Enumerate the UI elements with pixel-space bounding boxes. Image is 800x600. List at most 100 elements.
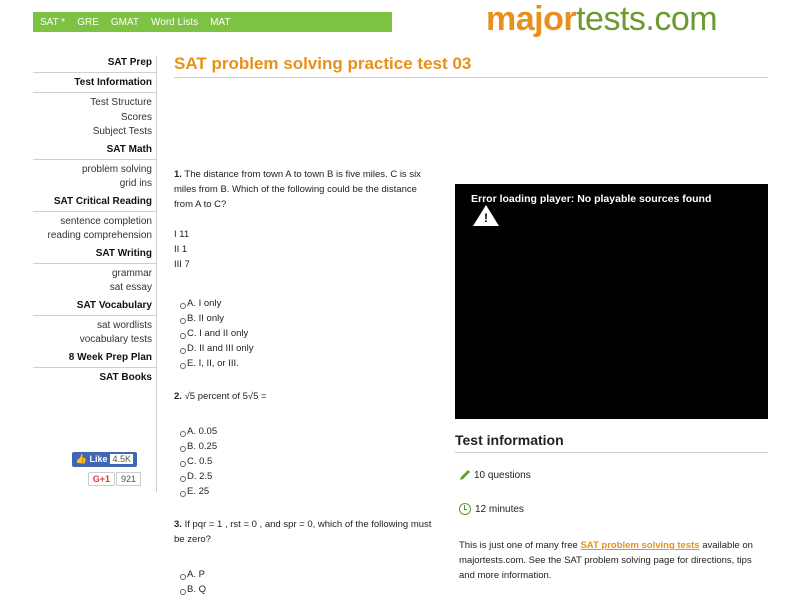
sidebar-heading-8-week-prep-plan[interactable]: 8 Week Prep Plan: [33, 351, 156, 368]
time-limit-row: 12 minutes: [459, 503, 524, 515]
sidebar-heading-sat-writing[interactable]: SAT Writing: [33, 247, 156, 264]
option-label: E. I, II, or III.: [187, 358, 239, 369]
sidebar-item-sat-essay[interactable]: sat essay: [33, 281, 156, 296]
sidebar-heading-sat-prep[interactable]: SAT Prep: [33, 56, 156, 73]
answer-option[interactable]: B. II only: [180, 311, 254, 326]
option-label: B. Q: [187, 584, 207, 595]
answer-option[interactable]: E. I, II, or III.: [180, 356, 254, 371]
option-label: D. II and III only: [187, 343, 254, 354]
like-count: 4.5K: [110, 454, 133, 464]
logo-major: major: [486, 0, 577, 38]
sidebar-item-vocabulary-tests[interactable]: vocabulary tests: [33, 333, 156, 348]
pencil-icon: [460, 470, 470, 480]
google-plus-count: 921: [115, 472, 141, 486]
page-title: SAT problem solving practice test 03: [174, 54, 472, 73]
question-number: 1.: [174, 169, 182, 180]
sidebar-item-test-structure[interactable]: Test Structure: [33, 96, 156, 111]
problem-solving-tests-link[interactable]: SAT problem solving tests: [580, 540, 699, 551]
answer-option[interactable]: D. 2.5: [180, 469, 217, 484]
sidebar: SAT Prep Test Information Test Structure…: [33, 56, 157, 492]
radio-button[interactable]: [180, 460, 186, 467]
option-label: C. 0.5: [187, 456, 213, 467]
question-count-row: 10 questions: [459, 469, 531, 481]
nav-gmat[interactable]: GMAT: [111, 17, 139, 28]
sidebar-item-sat-wordlists[interactable]: sat wordlists: [33, 319, 156, 334]
like-label: Like: [89, 454, 108, 464]
player-error-message: Error loading player: No playable source…: [471, 193, 712, 205]
sidebar-heading-sat-books[interactable]: SAT Books: [33, 371, 156, 388]
option-label: A. P: [187, 569, 205, 580]
radio-button[interactable]: [180, 588, 186, 595]
statement-item: II 1: [174, 244, 188, 255]
option-label: E. 25: [187, 486, 210, 497]
question-1-options: A. I only B. II only C. I and II only D.…: [180, 296, 254, 371]
sidebar-heading-test-information[interactable]: Test Information: [33, 76, 156, 93]
video-player[interactable]: Error loading player: No playable source…: [455, 184, 768, 419]
description-intro: This is just one of many free: [459, 540, 581, 551]
option-label: B. 0.25: [187, 441, 218, 452]
google-plus-button[interactable]: G+1: [87, 472, 115, 486]
question-1-statements: I 11 II 1 III 7: [174, 227, 190, 272]
nav-gre[interactable]: GRE: [77, 17, 99, 28]
answer-option[interactable]: E. 25: [180, 484, 217, 499]
time-limit: 12 minutes: [475, 503, 524, 515]
radio-button[interactable]: [180, 490, 186, 497]
option-label: A. 0.05: [187, 426, 218, 437]
question-3-options: A. P B. Q: [180, 567, 206, 597]
question-1: 1. The distance from town A to town B is…: [174, 167, 436, 212]
radio-button[interactable]: [180, 347, 186, 354]
question-number: 3.: [174, 519, 182, 530]
answer-option[interactable]: D. II and III only: [180, 341, 254, 356]
answer-option[interactable]: A. 0.05: [180, 424, 217, 439]
sidebar-item-reading-comprehension[interactable]: reading comprehension: [33, 229, 156, 244]
option-label: A. I only: [187, 298, 222, 309]
radio-button[interactable]: [180, 573, 186, 580]
answer-option[interactable]: B. Q: [180, 582, 206, 597]
radio-button[interactable]: [180, 475, 186, 482]
radio-button[interactable]: [180, 430, 186, 437]
sidebar-item-scores[interactable]: Scores: [33, 111, 156, 126]
logo-rest: tests.com: [576, 0, 718, 38]
info-divider: [455, 452, 768, 453]
sidebar-item-sentence-completion[interactable]: sentence completion: [33, 215, 156, 230]
question-text: √5 percent of 5√5 =: [184, 391, 267, 402]
answer-option[interactable]: B. 0.25: [180, 439, 217, 454]
sidebar-item-grammar[interactable]: grammar: [33, 267, 156, 282]
option-label: C. I and II only: [187, 328, 249, 339]
sidebar-item-grid-ins[interactable]: grid ins: [33, 177, 156, 192]
site-logo[interactable]: majortests.com: [486, 0, 718, 39]
option-label: D. 2.5: [187, 471, 213, 482]
answer-option[interactable]: A. I only: [180, 296, 254, 311]
top-nav: SAT * GRE GMAT Word Lists MAT: [33, 12, 392, 32]
question-text: The distance from town A to town B is fi…: [174, 169, 421, 210]
question-number: 2.: [174, 391, 182, 402]
warning-icon: !: [473, 205, 499, 226]
option-label: B. II only: [187, 313, 224, 324]
radio-button[interactable]: [180, 332, 186, 339]
like-icon: 👍: [75, 454, 90, 464]
sidebar-heading-sat-math[interactable]: SAT Math: [33, 143, 156, 160]
statement-item: III 7: [174, 259, 190, 270]
radio-button[interactable]: [180, 317, 186, 324]
answer-option[interactable]: C. I and II only: [180, 326, 254, 341]
answer-option[interactable]: C. 0.5: [180, 454, 217, 469]
nav-mat[interactable]: MAT: [210, 17, 230, 28]
question-2: 2. √5 percent of 5√5 =: [174, 389, 436, 404]
sidebar-item-subject-tests[interactable]: Subject Tests: [33, 125, 156, 140]
question-2-options: A. 0.05 B. 0.25 C. 0.5 D. 2.5 E. 25: [180, 424, 217, 499]
question-3: 3. If pqr = 1 , rst = 0 , and spr = 0, w…: [174, 517, 436, 547]
sidebar-heading-sat-vocabulary[interactable]: SAT Vocabulary: [33, 299, 156, 316]
radio-button[interactable]: [180, 302, 186, 309]
nav-word-lists[interactable]: Word Lists: [151, 17, 198, 28]
test-information-heading: Test information: [455, 432, 564, 448]
radio-button[interactable]: [180, 362, 186, 369]
answer-option[interactable]: A. P: [180, 567, 206, 582]
sidebar-item-problem-solving[interactable]: problem solving: [33, 163, 156, 178]
radio-button[interactable]: [180, 445, 186, 452]
nav-sat[interactable]: SAT *: [40, 17, 65, 28]
test-description: This is just one of many free SAT proble…: [459, 538, 764, 583]
facebook-like-button[interactable]: 👍 Like 4.5K: [71, 452, 137, 467]
question-text: If pqr = 1 , rst = 0 , and spr = 0, whic…: [174, 519, 432, 545]
title-divider: [174, 77, 768, 78]
sidebar-heading-sat-critical-reading[interactable]: SAT Critical Reading: [33, 195, 156, 212]
